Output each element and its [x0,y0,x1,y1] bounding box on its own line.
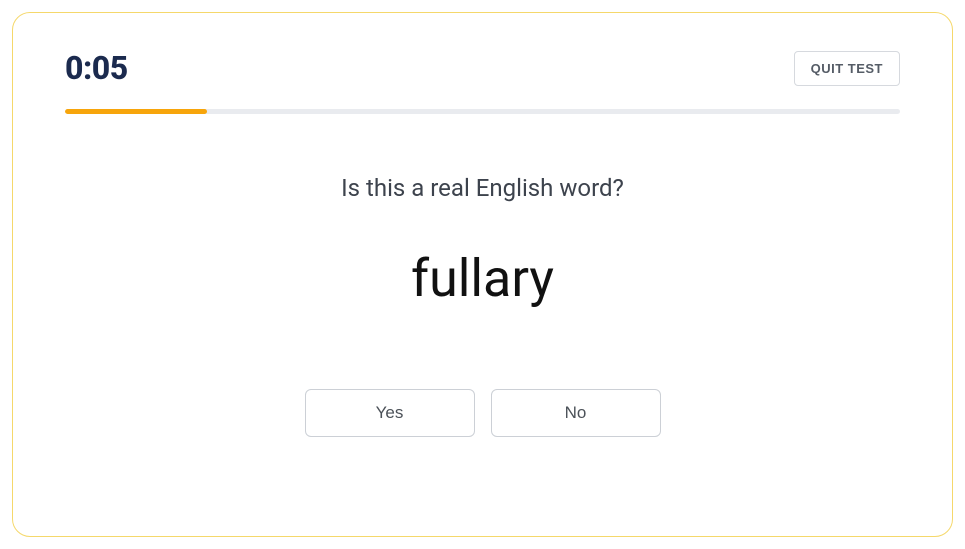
answer-row: Yes No [65,389,900,437]
test-word: fullary [65,248,900,309]
quit-button[interactable]: QUIT TEST [794,51,900,86]
yes-button[interactable]: Yes [305,389,475,437]
timer: 0:05 [65,49,128,87]
no-button[interactable]: No [491,389,661,437]
header: 0:05 QUIT TEST [65,49,900,87]
question-prompt: Is this a real English word? [65,174,900,202]
question-content: Is this a real English word? fullary Yes… [65,174,900,437]
test-card: 0:05 QUIT TEST Is this a real English wo… [12,12,953,537]
progress-bar [65,109,900,114]
progress-fill [65,109,207,114]
